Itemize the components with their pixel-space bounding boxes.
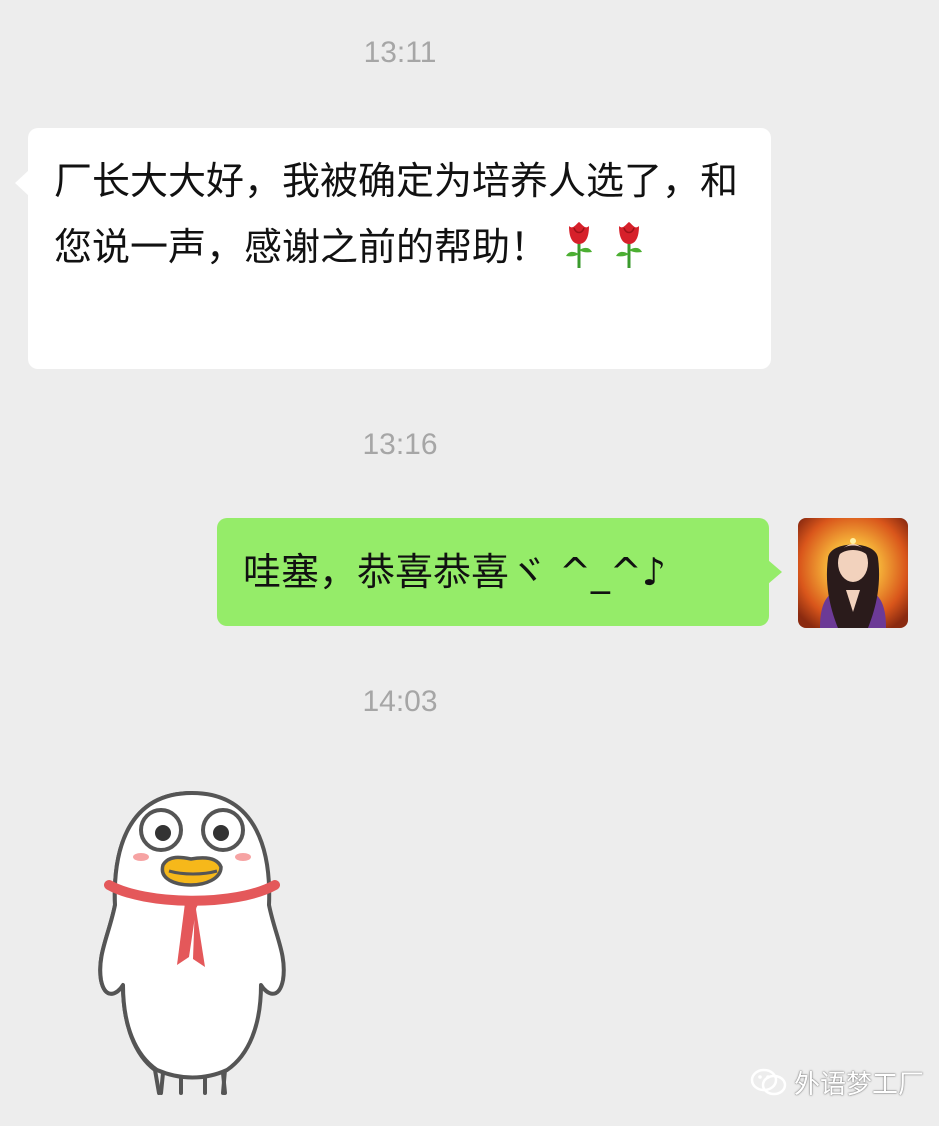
outgoing-message-text: 哇塞，恭喜恭喜ヾ ^_^♪ [243,550,667,594]
timestamp-3: 14:03 [362,685,438,718]
wechat-official-account-icon [750,1067,788,1097]
watermark-text: 外语梦工厂 [794,1069,925,1100]
rose-emoji [610,220,648,270]
watermark: 外语梦工厂 [750,1062,924,1102]
timestamp-2: 13:16 [362,428,438,461]
timestamp-1: 13:11 [363,36,437,69]
white-duck-sticker[interactable] [85,785,300,1100]
outgoing-message-bubble[interactable]: 哇塞，恭喜恭喜ヾ ^_^♪ [217,518,782,626]
rose-emoji [560,220,598,270]
incoming-message-bubble[interactable]: 厂长大大好，我被确定为培养人选了，和您说一声，感谢之前的帮助！ [15,128,771,369]
user-avatar[interactable] [798,518,908,628]
